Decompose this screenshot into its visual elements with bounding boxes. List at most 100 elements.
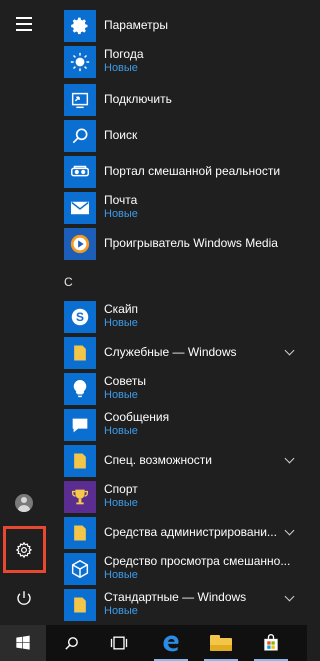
app-name: Почта [104, 193, 138, 207]
start-menu: Параметры Погода Новые Подключить Поиск … [0, 0, 307, 625]
taskbar-edge[interactable] [148, 625, 194, 661]
app-tile [64, 84, 96, 116]
start-button[interactable] [0, 625, 46, 661]
app-tile [64, 589, 96, 621]
start-rail [0, 0, 48, 625]
app-item-mixed-reality-viewer[interactable]: Средство просмотра смешанно... Новые [64, 551, 307, 587]
section-letter[interactable]: С [64, 275, 73, 289]
app-tile [64, 192, 96, 224]
app-tile [64, 553, 96, 585]
trophy-icon [71, 489, 89, 505]
app-item-windows-media-player[interactable]: Проигрыватель Windows Media [64, 226, 307, 262]
app-name: Поиск [104, 128, 138, 142]
app-folder-windows-system[interactable]: Служебные — Windows [64, 335, 307, 371]
app-new-badge: Новые [104, 569, 138, 581]
app-name: Средство просмотра смешанно... [104, 554, 291, 568]
svg-text:S: S [76, 310, 84, 324]
app-name: Погода [104, 47, 144, 61]
app-new-badge: Новые [104, 317, 138, 329]
user-avatar-icon [15, 494, 33, 512]
user-account-button[interactable] [0, 483, 48, 523]
expand-menu-button[interactable] [0, 4, 48, 44]
edge-icon [163, 635, 179, 652]
search-icon [64, 636, 78, 650]
app-name: Портал смешанной реальности [104, 164, 281, 178]
hamburger-icon [16, 15, 32, 33]
chevron-down-icon[interactable] [284, 345, 295, 356]
taskbar-search-button[interactable] [48, 625, 94, 661]
power-button[interactable] [0, 578, 48, 618]
app-tile [64, 481, 96, 513]
app-tile [64, 120, 96, 152]
app-name: Средства администрировани... [104, 525, 277, 539]
app-name: Спец. возможности [104, 453, 212, 467]
app-name: Параметры [104, 18, 168, 32]
skype-icon: S [71, 308, 89, 326]
chevron-down-icon[interactable] [284, 525, 295, 536]
folder-icon [74, 345, 86, 361]
mail-icon [71, 201, 89, 215]
lightbulb-icon [73, 380, 87, 398]
app-tile [64, 445, 96, 477]
app-item-search[interactable]: Поиск [64, 118, 307, 154]
app-item-mixed-reality-portal[interactable]: Портал смешанной реальности [64, 154, 307, 190]
search-icon [72, 128, 88, 144]
app-tile [64, 46, 96, 78]
app-item-tips[interactable]: Советы Новые [64, 371, 307, 407]
app-list: Параметры Погода Новые Подключить Поиск … [64, 0, 307, 625]
file-explorer-icon [210, 635, 232, 651]
taskbar-file-explorer[interactable] [198, 625, 244, 661]
app-tile [64, 517, 96, 549]
chevron-down-icon[interactable] [284, 591, 295, 602]
app-tile [64, 409, 96, 441]
app-new-badge: Новые [104, 425, 138, 437]
media-player-icon [70, 234, 90, 254]
folder-icon [74, 525, 86, 541]
folder-icon [74, 597, 86, 613]
app-name: Проигрыватель Windows Media [104, 236, 278, 250]
taskbar-store[interactable] [248, 625, 294, 661]
app-tile [64, 228, 96, 260]
app-name: Стандартные — Windows [104, 590, 247, 604]
app-new-badge: Новые [104, 62, 138, 74]
app-name: Спорт [104, 482, 138, 496]
folder-icon [74, 453, 86, 469]
app-name: Советы [104, 374, 146, 388]
app-folder-admin-tools[interactable]: Средства администрировани... [64, 515, 307, 551]
windows-logo-icon [16, 635, 30, 650]
app-tile: S [64, 301, 96, 333]
app-item-messaging[interactable]: Сообщения Новые [64, 407, 307, 443]
app-new-badge: Новые [104, 497, 138, 509]
app-item-sports[interactable]: Спорт Новые [64, 479, 307, 515]
cast-icon [71, 92, 89, 109]
app-tile [64, 10, 96, 42]
headset-icon [71, 165, 89, 177]
cube-icon [71, 559, 89, 579]
app-item-settings[interactable]: Параметры [64, 8, 307, 44]
app-new-badge: Новые [104, 389, 138, 401]
chevron-down-icon[interactable] [284, 453, 295, 464]
app-folder-accessibility[interactable]: Спец. возможности [64, 443, 307, 479]
app-name: Подключить [104, 92, 172, 106]
app-tile [64, 337, 96, 369]
app-item-mail[interactable]: Почта Новые [64, 190, 307, 226]
task-view-icon [110, 636, 128, 650]
app-item-skype[interactable]: S Скайп Новые [64, 299, 307, 335]
app-new-badge: Новые [104, 208, 138, 220]
app-item-weather[interactable]: Погода Новые [64, 44, 307, 80]
app-tile [64, 373, 96, 405]
taskbar [0, 625, 307, 661]
gear-icon [71, 17, 88, 35]
app-name: Служебные — Windows [104, 345, 237, 359]
app-item-connect[interactable]: Подключить [64, 82, 307, 118]
power-icon [17, 591, 31, 605]
app-folder-windows-accessories[interactable]: Стандартные — Windows Новые [64, 587, 307, 623]
task-view-button[interactable] [96, 625, 142, 661]
app-tile [64, 156, 96, 188]
app-name: Скайп [104, 302, 139, 316]
app-name: Сообщения [104, 410, 170, 424]
message-icon [72, 418, 88, 433]
sun-icon [70, 52, 90, 72]
settings-button[interactable] [0, 530, 48, 570]
app-new-badge: Новые [104, 605, 138, 617]
